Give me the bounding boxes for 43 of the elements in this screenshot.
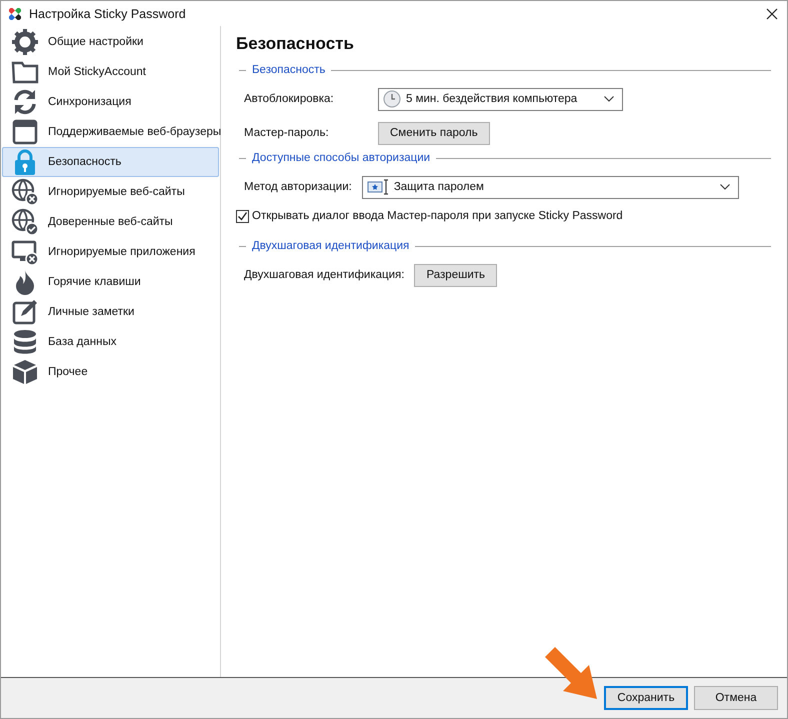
sidebar-item[interactable]: Игнорируемые приложения: [2, 237, 219, 267]
window-title: Настройка Sticky Password: [29, 6, 186, 20]
field-label: Метод авторизации:: [244, 181, 353, 193]
dropdown[interactable]: Защита паролем: [362, 176, 739, 198]
browser-window-icon: [11, 118, 39, 146]
sidebar-item[interactable]: Общие настройки: [2, 27, 219, 57]
sidebar-item[interactable]: Доверенные веб-сайты: [2, 207, 219, 237]
chevron-down-icon: [604, 96, 614, 102]
sidebar-item[interactable]: Мой StickyAccount: [2, 57, 219, 87]
chevron-down-icon: [720, 184, 730, 190]
sidebar-item[interactable]: База данных: [2, 327, 219, 357]
sidebar-item[interactable]: Безопасность: [2, 147, 219, 177]
page-heading: Безопасность: [236, 34, 355, 54]
sidebar-item[interactable]: Прочее: [2, 357, 219, 387]
checkbox[interactable]: [236, 210, 249, 222]
box-icon: [11, 358, 39, 386]
dialog-button[interactable]: Сохранить: [604, 686, 688, 710]
app-logo-icon: [9, 8, 21, 20]
sidebar-item[interactable]: Личные заметки: [2, 297, 219, 327]
sidebar-item[interactable]: Горячие клавиши: [2, 267, 219, 297]
dropdown[interactable]: 5 мин. бездействия компьютера: [378, 88, 623, 110]
section-title: Доступные способы авторизации: [252, 152, 430, 164]
checkbox-label: Открывать диалог ввода Мастер-пароля при запуске Sticky Password: [252, 210, 624, 222]
sidebar-item[interactable]: Игнорируемые веб-сайты: [2, 177, 219, 207]
globe-check-icon: [11, 208, 39, 236]
section-title: Безопасность: [252, 64, 326, 76]
clock-icon: [383, 90, 401, 108]
field-label: Автоблокировка:: [244, 93, 335, 105]
close-icon[interactable]: [765, 6, 779, 20]
action-button[interactable]: Разрешить: [414, 264, 498, 286]
monitor-cross-icon: [11, 238, 39, 266]
dialog-button[interactable]: Отмена: [694, 686, 778, 710]
globe-cross-icon: [11, 178, 39, 206]
sidebar-item[interactable]: Поддерживаемые веб-браузеры: [2, 117, 219, 147]
field-label: Мастер-пароль:: [244, 127, 330, 139]
note-pencil-icon: [11, 298, 39, 326]
field-label: Двухшаговая идентификация:: [244, 269, 406, 281]
password-field-icon: [366, 178, 389, 196]
sidebar-item[interactable]: Синхронизация: [2, 87, 219, 117]
section-title: Двухшаговая идентификация: [252, 240, 410, 252]
database-icon: [11, 328, 39, 356]
gear-icon: [11, 28, 39, 56]
action-button[interactable]: Сменить пароль: [378, 122, 490, 144]
